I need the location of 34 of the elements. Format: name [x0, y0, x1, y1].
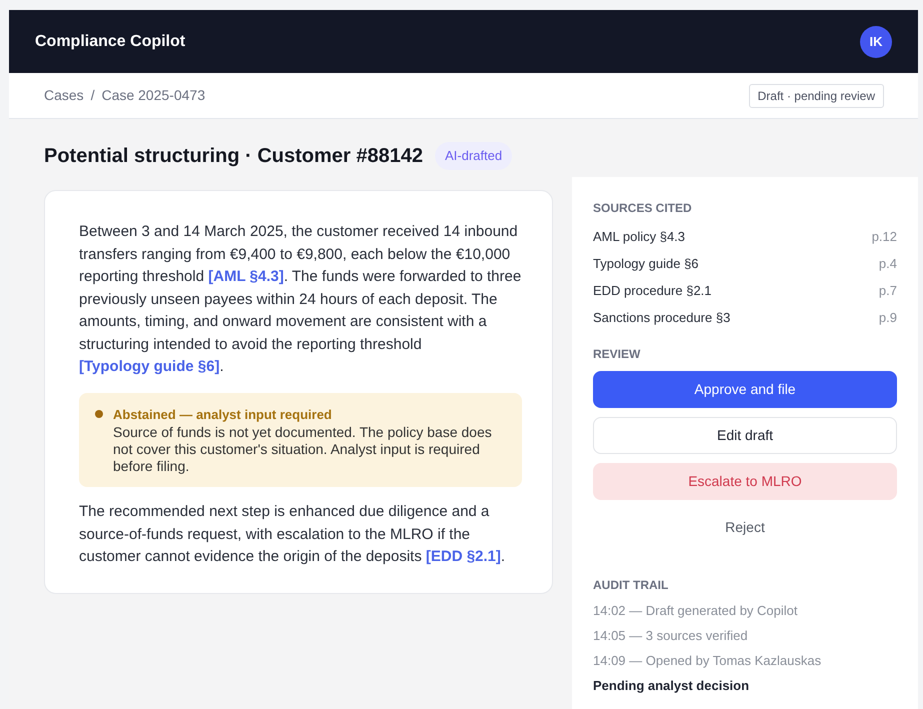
app-title: Compliance Copilot — [35, 32, 186, 52]
breadcrumb-item[interactable]: Case 2025-0473 — [102, 85, 206, 106]
citation-link[interactable]: [Typology guide §6] — [79, 358, 220, 375]
source-page: p.12 — [872, 228, 897, 246]
reject-button[interactable]: Reject — [593, 509, 897, 546]
notice-title: Abstained — analyst input required — [113, 406, 333, 424]
source-page: p.7 — [878, 282, 897, 300]
section-heading: REVIEW — [593, 346, 642, 363]
section-heading: SOURCES CITED — [593, 200, 693, 217]
case-title: Potential structuring · Customer #88142 — [44, 144, 423, 169]
section-heading: AUDIT TRAIL — [593, 577, 670, 594]
citation-link[interactable]: [AML §4.3] — [208, 268, 284, 285]
notice-text: Source of funds is not yet documented. The policy base does not cover this customer's situation. Analyst input is required before filing. — [113, 424, 493, 475]
paragraph: The recommended next step is enhanced due diligence and a source-of-funds request, with escalation to the MLRO if the customer cannot evidence the origin of the deposits [EDD §2.1]. — [79, 502, 506, 567]
audit-entry: 14:05 — 3 sources verified — [593, 627, 749, 645]
review-button[interactable]: Approve and file — [593, 371, 897, 408]
source-name[interactable]: Typology guide §6 — [593, 254, 699, 274]
audit-entry: 14:09 — Opened by Tomas Kazlauskas — [593, 652, 822, 670]
source-page: p.9 — [878, 308, 897, 327]
audit-status: Pending analyst decision — [593, 677, 750, 695]
status-badge: Draft · pending review — [748, 84, 884, 108]
breadcrumb-item[interactable]: Cases — [44, 85, 84, 106]
audit-entry: 14:02 — Draft generated by Copilot — [593, 602, 799, 620]
ai-badge: AI-drafted — [434, 142, 512, 170]
source-name[interactable]: AML policy §4.3 — [593, 226, 686, 246]
citation-link[interactable]: [EDD §2.1] — [426, 548, 501, 565]
breadcrumb-separator: / — [90, 86, 95, 105]
source-name[interactable]: Sanctions procedure §3 — [593, 308, 730, 328]
user-avatar[interactable]: IK — [860, 26, 892, 58]
review-button[interactable]: Escalate to MLRO — [593, 463, 897, 500]
review-button[interactable]: Edit draft — [593, 417, 897, 454]
source-name[interactable]: EDD procedure §2.1 — [593, 280, 712, 300]
source-page: p.4 — [878, 254, 897, 273]
paragraph: Between 3 and 14 March 2025, the customer received 14 inbound transfers ranging from €9,400 to €9,800, each below the €10,000 reporting threshold [AML §4.3]. The funds were forwarded to three previously unseen payees within 24 hours of each deposit. The amounts, timing, and onward movement are consistent with a structuring intended to avoid the reporting threshold [Typology guide §6]. — [79, 222, 522, 377]
